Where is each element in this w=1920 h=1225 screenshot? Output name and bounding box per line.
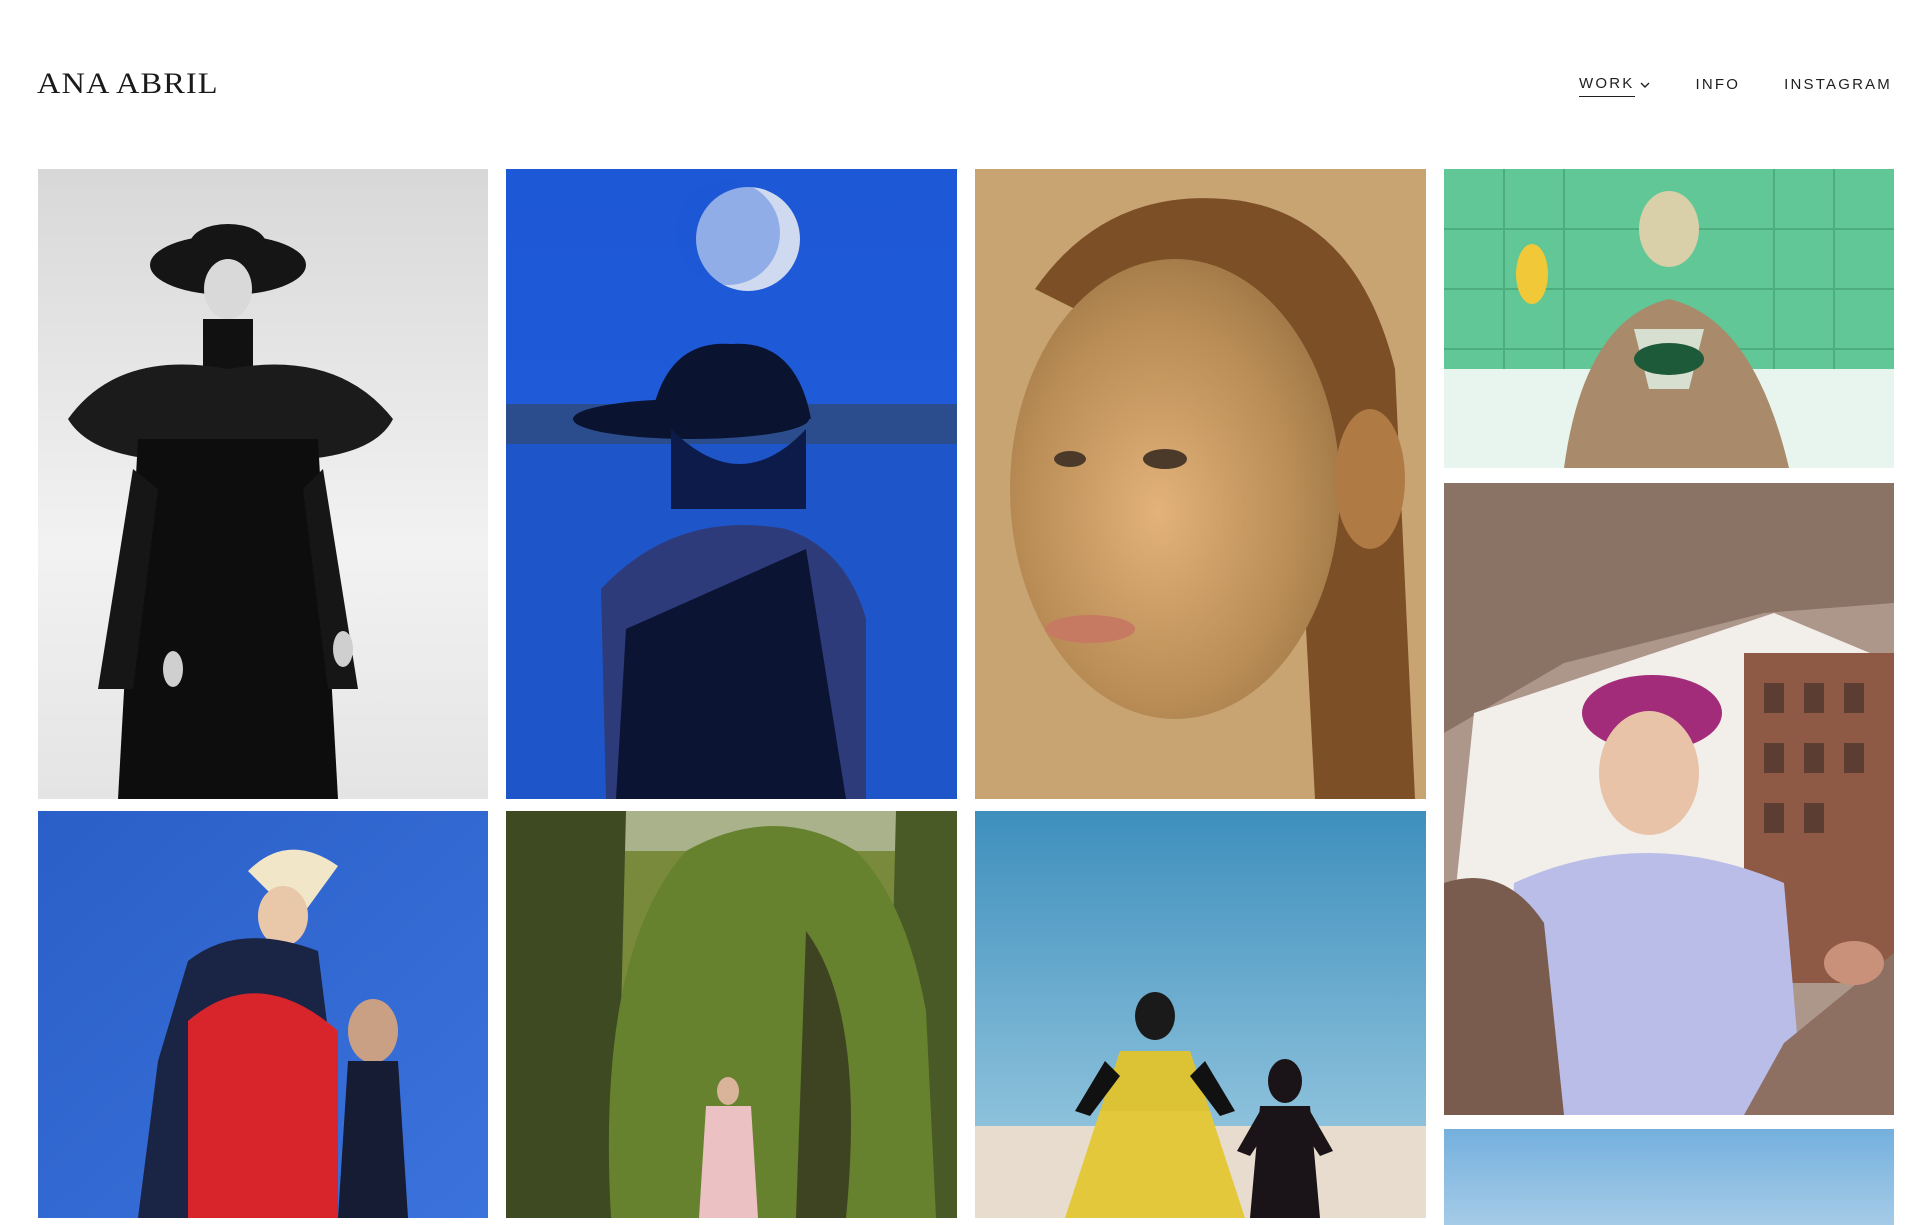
- photo-image: [38, 169, 488, 799]
- gallery-photo-bw-hat-portrait[interactable]: [38, 169, 488, 799]
- gallery-photo-blue-sky[interactable]: [1444, 1129, 1894, 1225]
- gallery-photo-cardboard-box[interactable]: [1444, 483, 1894, 1115]
- photo-image: [1444, 1129, 1894, 1225]
- chevron-down-icon: [1640, 82, 1649, 88]
- main-nav: WORK INFO INSTAGRAM: [1579, 73, 1892, 97]
- photo-image: [506, 811, 957, 1218]
- photo-image: [506, 169, 957, 799]
- gallery-photo-yellow-gown-dunes[interactable]: [975, 811, 1426, 1218]
- photo-image: [975, 169, 1426, 799]
- site-header: ANA ABRIL WORK INFO INSTAGRAM: [0, 0, 1920, 160]
- gallery-photo-green-bathtub[interactable]: [1444, 169, 1894, 468]
- site-logo[interactable]: ANA ABRIL: [37, 66, 219, 102]
- photo-image: [38, 811, 488, 1218]
- gallery-photo-warm-face-portrait[interactable]: [975, 169, 1426, 799]
- nav-item-info[interactable]: INFO: [1696, 74, 1741, 96]
- nav-item-instagram[interactable]: INSTAGRAM: [1784, 74, 1892, 96]
- photo-image: [1444, 169, 1894, 468]
- nav-work-label: WORK: [1579, 73, 1635, 97]
- gallery-photo-topiary-hedge[interactable]: [506, 811, 957, 1218]
- nav-item-work[interactable]: WORK: [1579, 73, 1651, 97]
- photo-image: [1444, 483, 1894, 1115]
- gallery-photo-blue-sky-red-dress[interactable]: [38, 811, 488, 1218]
- nav-info-label: INFO: [1695, 76, 1741, 93]
- gallery-photo-blue-desert-moon[interactable]: [506, 169, 957, 799]
- photo-image: [975, 811, 1426, 1218]
- nav-instagram-label: INSTAGRAM: [1784, 76, 1892, 93]
